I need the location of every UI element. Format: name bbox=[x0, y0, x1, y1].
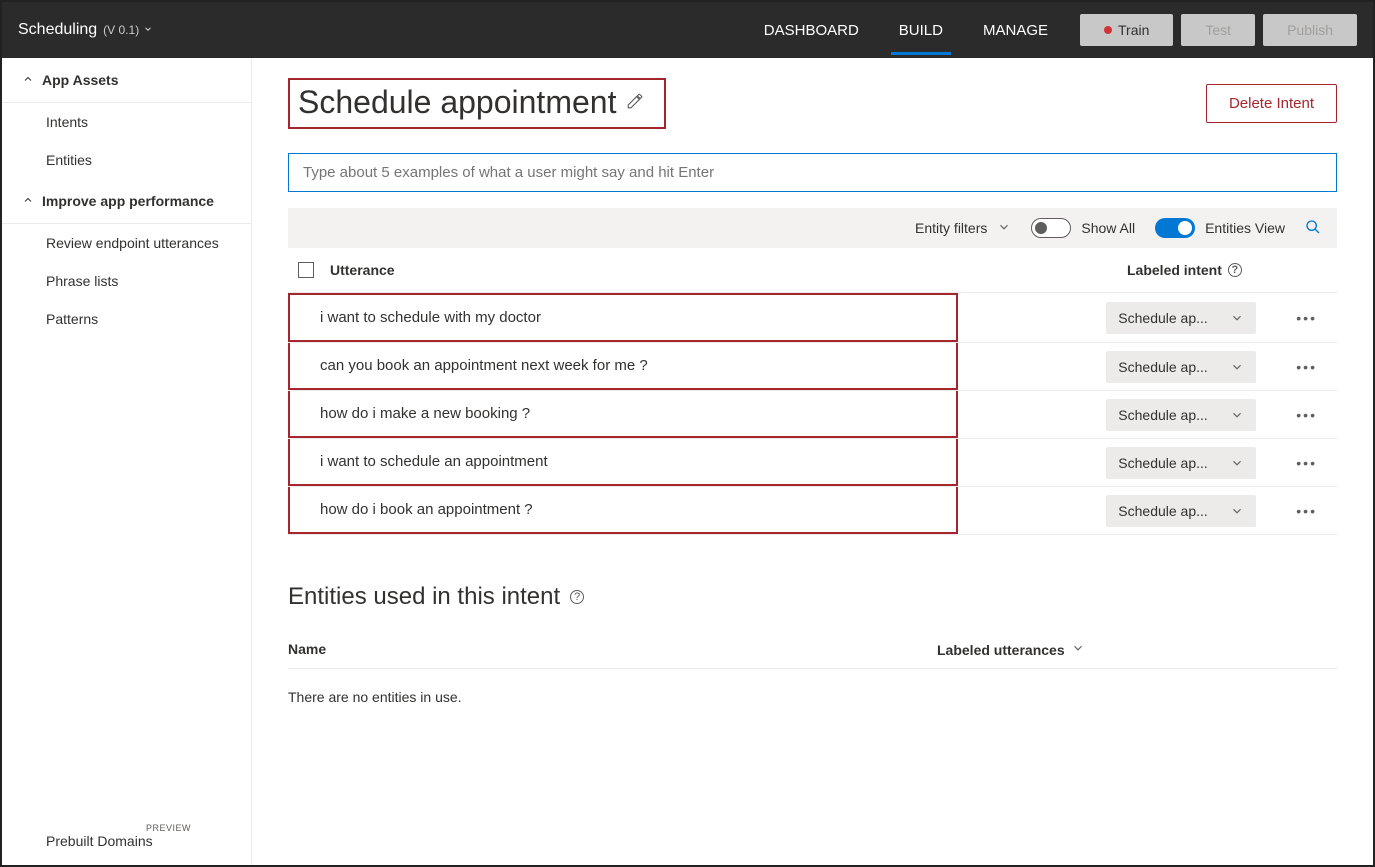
show-all-toggle[interactable] bbox=[1031, 218, 1071, 238]
entities-view-label: Entities View bbox=[1205, 220, 1285, 236]
more-actions-icon[interactable]: ••• bbox=[1296, 503, 1317, 519]
utterance-text: i want to schedule an appointment bbox=[290, 453, 548, 470]
chevron-down-icon bbox=[1230, 360, 1244, 374]
entities-view-toggle[interactable] bbox=[1155, 218, 1195, 238]
utterance-input[interactable] bbox=[288, 153, 1337, 192]
utterance-text: how do i book an appointment ? bbox=[290, 501, 533, 518]
delete-intent-button[interactable]: Delete Intent bbox=[1206, 84, 1337, 123]
help-icon[interactable]: ? bbox=[1228, 263, 1242, 277]
pencil-icon[interactable] bbox=[626, 92, 644, 113]
nav-build[interactable]: BUILD bbox=[891, 6, 951, 55]
entities-section-title: Entities used in this intent ? bbox=[288, 583, 1337, 611]
col-name: Name bbox=[288, 641, 937, 658]
sidebar-item-patterns[interactable]: Patterns bbox=[2, 300, 251, 338]
show-all-label: Show All bbox=[1081, 220, 1135, 236]
filter-bar: Entity filters Show All Entities View bbox=[288, 208, 1337, 248]
utterance-text: i want to schedule with my doctor bbox=[290, 309, 541, 326]
col-utterance: Utterance bbox=[330, 262, 1127, 278]
title-highlight: Schedule appointment bbox=[288, 78, 666, 129]
utterance-row[interactable]: how do i book an appointment ? Schedule … bbox=[288, 487, 1337, 535]
chevron-down-icon bbox=[143, 21, 153, 39]
labeled-intent-dropdown[interactable]: Schedule ap... bbox=[1106, 302, 1256, 334]
chevron-down-icon bbox=[1230, 311, 1244, 325]
more-actions-icon[interactable]: ••• bbox=[1296, 359, 1317, 375]
chevron-down-icon bbox=[997, 220, 1011, 237]
col-labeled-intent: Labeled intent ? bbox=[1127, 262, 1327, 278]
sidebar-item-phrase-lists[interactable]: Phrase lists bbox=[2, 262, 251, 300]
chevron-down-icon bbox=[1071, 641, 1085, 658]
sidebar-section-app-assets[interactable]: App Assets bbox=[2, 58, 251, 103]
more-actions-icon[interactable]: ••• bbox=[1296, 455, 1317, 471]
sidebar-item-entities[interactable]: Entities bbox=[2, 141, 251, 179]
more-actions-icon[interactable]: ••• bbox=[1296, 310, 1317, 326]
entities-table-header: Name Labeled utterances bbox=[288, 631, 1337, 669]
more-actions-icon[interactable]: ••• bbox=[1296, 407, 1317, 423]
preview-badge: PREVIEW bbox=[146, 823, 191, 833]
train-button[interactable]: Train bbox=[1080, 14, 1173, 46]
chevron-down-icon bbox=[1230, 408, 1244, 422]
app-selector[interactable]: Scheduling (V 0.1) bbox=[18, 21, 153, 39]
app-name: Scheduling bbox=[18, 21, 97, 39]
entity-filters-dropdown[interactable]: Entity filters bbox=[915, 220, 1011, 237]
entities-empty-message: There are no entities in use. bbox=[288, 669, 1337, 725]
sidebar-item-prebuilt-domains[interactable]: PREVIEW Prebuilt Domains bbox=[2, 817, 251, 865]
app-version: (V 0.1) bbox=[103, 23, 139, 37]
status-dot-icon bbox=[1104, 26, 1112, 34]
utterance-row[interactable]: how do i make a new booking ? Schedule a… bbox=[288, 391, 1337, 439]
utterance-text: how do i make a new booking ? bbox=[290, 405, 530, 422]
utterance-row[interactable]: can you book an appointment next week fo… bbox=[288, 343, 1337, 391]
test-button[interactable]: Test bbox=[1181, 14, 1255, 46]
sidebar-item-review-utterances[interactable]: Review endpoint utterances bbox=[2, 224, 251, 262]
sidebar: App Assets Intents Entities Improve app … bbox=[2, 58, 252, 865]
labeled-intent-dropdown[interactable]: Schedule ap... bbox=[1106, 351, 1256, 383]
chevron-down-icon bbox=[1230, 504, 1244, 518]
utterance-table-header: Utterance Labeled intent ? bbox=[288, 248, 1337, 293]
sidebar-section-improve[interactable]: Improve app performance bbox=[2, 179, 251, 224]
chevron-up-icon bbox=[22, 193, 34, 209]
chevron-down-icon bbox=[1230, 456, 1244, 470]
sidebar-item-intents[interactable]: Intents bbox=[2, 103, 251, 141]
utterance-row[interactable]: i want to schedule with my doctor Schedu… bbox=[288, 293, 1337, 343]
labeled-intent-dropdown[interactable]: Schedule ap... bbox=[1106, 495, 1256, 527]
topbar: Scheduling (V 0.1) DASHBOARD BUILD MANAG… bbox=[2, 2, 1373, 58]
top-nav: DASHBOARD BUILD MANAGE bbox=[756, 6, 1056, 55]
help-icon[interactable]: ? bbox=[570, 590, 584, 604]
search-icon[interactable] bbox=[1305, 219, 1321, 238]
labeled-intent-dropdown[interactable]: Schedule ap... bbox=[1106, 447, 1256, 479]
select-all-checkbox[interactable] bbox=[298, 262, 314, 278]
labeled-intent-dropdown[interactable]: Schedule ap... bbox=[1106, 399, 1256, 431]
nav-manage[interactable]: MANAGE bbox=[975, 6, 1056, 55]
nav-dashboard[interactable]: DASHBOARD bbox=[756, 6, 867, 55]
utterance-text: can you book an appointment next week fo… bbox=[290, 357, 648, 374]
page-title: Schedule appointment bbox=[298, 84, 616, 121]
main-content: Schedule appointment Delete Intent Entit… bbox=[252, 58, 1373, 865]
publish-button[interactable]: Publish bbox=[1263, 14, 1357, 46]
chevron-up-icon bbox=[22, 72, 34, 88]
col-labeled-utterances[interactable]: Labeled utterances bbox=[937, 641, 1337, 658]
utterance-row[interactable]: i want to schedule an appointment Schedu… bbox=[288, 439, 1337, 487]
